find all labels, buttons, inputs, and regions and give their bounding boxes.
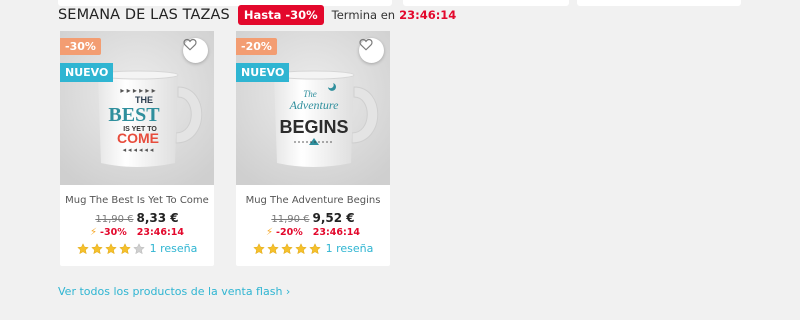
rating-stars (76, 242, 145, 255)
flash-sale-row: ⚡ -30% 23:46:14 (60, 227, 214, 238)
regular-price: 11,90 € (95, 214, 134, 225)
star-icon (90, 242, 103, 254)
star-icon (308, 242, 321, 254)
section-title: SEMANA DE LAS TAZAS (58, 7, 230, 23)
product-name-link[interactable]: Mug The Adventure Begins (236, 195, 390, 206)
product-card[interactable]: The Adventure BEGINS -20% NUEVO Mug The … (236, 31, 390, 266)
flash-discount: -30% (100, 227, 127, 238)
product-image[interactable]: ▸ ▸ ▸ ▸ ▸ ▸ THE BEST IS YET TO COME ◂ ◂ … (60, 31, 214, 185)
product-image[interactable]: The Adventure BEGINS -20% NUEVO (236, 31, 390, 185)
heart-outline-icon (183, 38, 197, 51)
ends-label: Termina en (331, 8, 396, 22)
svg-text:BEGINS: BEGINS (279, 117, 348, 137)
sale-price: 8,33 € (136, 211, 179, 225)
product-rating: 1 reseña (236, 242, 390, 255)
star-icon (132, 242, 145, 254)
see-all-flash-sale-link[interactable]: Ver todos los productos de la venta flas… (58, 285, 290, 298)
wishlist-button[interactable] (359, 38, 384, 63)
flash-sale-row: ⚡ -20% 23:46:14 (236, 227, 390, 238)
lightning-bolt-icon: ⚡ (90, 227, 98, 238)
svg-text:Adventure: Adventure (289, 98, 340, 112)
svg-text:BEST: BEST (108, 104, 160, 126)
new-flag: NUEVO (60, 63, 114, 82)
previous-section-strip (577, 0, 741, 6)
wishlist-button[interactable] (183, 38, 208, 63)
price-row: 11,90 € 9,52 € (236, 211, 390, 225)
discount-flag: -30% (60, 38, 101, 55)
flash-countdown: 23:46:14 (312, 227, 360, 238)
product-card[interactable]: ▸ ▸ ▸ ▸ ▸ ▸ THE BEST IS YET TO COME ◂ ◂ … (60, 31, 214, 266)
heart-outline-icon (359, 38, 373, 51)
flash-countdown: 23:46:14 (136, 227, 184, 238)
new-flag: NUEVO (236, 63, 290, 82)
sale-price: 9,52 € (312, 211, 355, 225)
product-rating: 1 reseña (60, 242, 214, 255)
star-icon (118, 242, 131, 254)
product-name-link[interactable]: Mug The Best Is Yet To Come (60, 195, 214, 206)
star-icon (76, 242, 89, 254)
regular-price: 11,90 € (271, 214, 310, 225)
countdown-timer: 23:46:14 (399, 8, 457, 22)
discount-badge: Hasta -30% (237, 5, 324, 25)
svg-text:COME: COME (117, 130, 159, 146)
discount-flag: -20% (236, 38, 277, 55)
star-icon (266, 242, 279, 254)
reviews-link[interactable]: 1 reseña (326, 242, 374, 255)
flash-discount: -20% (276, 227, 303, 238)
svg-text:◂ ◂ ◂ ◂ ◂ ◂: ◂ ◂ ◂ ◂ ◂ ◂ (123, 147, 154, 154)
svg-text:▸ ▸ ▸ ▸ ▸ ▸: ▸ ▸ ▸ ▸ ▸ ▸ (120, 86, 155, 95)
star-icon (294, 242, 307, 254)
star-icon (104, 242, 117, 254)
flash-sale-header: SEMANA DE LAS TAZAS Hasta -30% Termina e… (58, 4, 456, 26)
rating-stars (252, 242, 321, 255)
lightning-bolt-icon: ⚡ (266, 227, 274, 238)
star-icon (252, 242, 265, 254)
reviews-link[interactable]: 1 reseña (150, 242, 198, 255)
star-icon (280, 242, 293, 254)
price-row: 11,90 € 8,33 € (60, 211, 214, 225)
